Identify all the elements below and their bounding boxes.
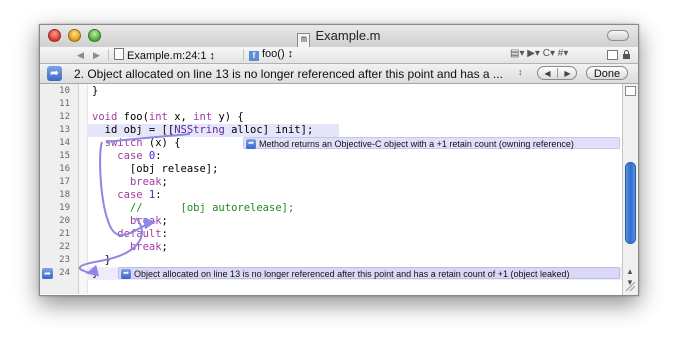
method-return-text: Method returns an Objective-C object wit… xyxy=(259,139,574,149)
line-number: 19 xyxy=(59,203,70,213)
leak-text: Object allocated on line 13 is no longer… xyxy=(134,269,570,279)
nav-popup-menus[interactable]: ▤▾ ▶▾ C▾ #▾ xyxy=(510,48,568,59)
window-title: Example.m xyxy=(315,28,381,43)
file-crumb-label: Example.m:24:1 ↕ xyxy=(127,50,216,62)
line-number: 20 xyxy=(59,216,70,226)
line-number: 23 xyxy=(59,255,70,265)
back-arrow-icon[interactable]: ◀ xyxy=(74,48,87,61)
next-step-button[interactable]: ▶ xyxy=(558,67,577,79)
line-number: 10 xyxy=(59,86,70,96)
line-number: 18 xyxy=(59,190,70,200)
file-m-icon: m xyxy=(297,33,311,48)
scrollbar-thumb[interactable] xyxy=(625,162,636,244)
code-line: } xyxy=(92,254,111,266)
forward-arrow-icon[interactable]: ▶ xyxy=(90,48,103,61)
code-line: } xyxy=(92,267,99,279)
analyzer-icon: ➦ xyxy=(47,66,62,81)
split-editor-icon[interactable] xyxy=(607,50,618,60)
code-line: [obj release]; xyxy=(92,163,219,175)
lock-icon[interactable] xyxy=(623,50,630,59)
line-number: 14 xyxy=(59,138,70,148)
line-number-gutter: 10 11 12 13 14 15 16 17 18 19 20 21 22 2… xyxy=(40,84,79,294)
resize-grip-icon[interactable] xyxy=(624,280,636,292)
code-folding-ribbon[interactable] xyxy=(79,84,88,294)
bubble-arrow-icon: ➦ xyxy=(121,269,131,279)
code-line: case 1: xyxy=(117,189,162,201)
method-return-bubble: ➦ Method returns an Objective-C object w… xyxy=(243,137,620,149)
code-line: break; xyxy=(129,241,168,253)
document-icon xyxy=(114,48,124,60)
title-bar: m Example.m xyxy=(40,25,638,48)
scroll-up-arrow-icon[interactable]: ▲ xyxy=(626,267,634,276)
step-navigation: ◀ ▶ xyxy=(537,66,577,80)
line-number: 15 xyxy=(59,151,70,161)
code-line: // [obj autorelease]; xyxy=(92,202,295,214)
function-icon: f xyxy=(249,51,259,61)
line-number: 13 xyxy=(59,125,70,135)
code-line: break; xyxy=(129,176,168,188)
analyzer-step-marker-icon[interactable]: ➦ xyxy=(42,268,53,279)
split-view-icon[interactable] xyxy=(625,86,636,96)
editor-window: m Example.m ◀ ▶ Example.m:24:1 ↕ f foo() ↕… xyxy=(39,24,639,296)
code-line: switch (x) { xyxy=(104,137,181,149)
toolbar-toggle-button[interactable] xyxy=(607,30,629,41)
line-number: 12 xyxy=(59,112,70,122)
window-title-group: m Example.m xyxy=(40,28,638,48)
bubble-arrow-icon: ➦ xyxy=(246,139,256,149)
analyzer-message-bar: ➦ 2. Object allocated on line 13 is no l… xyxy=(40,64,638,84)
nav-separator xyxy=(108,49,109,61)
done-button[interactable]: Done xyxy=(586,66,628,80)
code-line: break; xyxy=(129,215,168,227)
line-number: 17 xyxy=(59,177,70,187)
analyzer-message: 2. Object allocated on line 13 is no lon… xyxy=(74,67,503,81)
function-crumb-label: foo() ↕ xyxy=(262,48,294,60)
line-number: 21 xyxy=(59,229,70,239)
code-editor[interactable]: 10 11 12 13 14 15 16 17 18 19 20 21 22 2… xyxy=(40,84,622,294)
vertical-scrollbar[interactable]: ▲ ▼ xyxy=(622,84,638,295)
code-line: } xyxy=(92,85,99,97)
code-line: case 0: xyxy=(117,150,162,162)
code-line: void foo(int x, int y) { xyxy=(92,111,244,123)
file-crumb[interactable]: Example.m:24:1 ↕ xyxy=(114,48,215,62)
navigation-bar: ◀ ▶ Example.m:24:1 ↕ f foo() ↕ ▤▾ ▶▾ C▾ #… xyxy=(40,47,638,64)
line-number: 11 xyxy=(59,99,70,109)
line-number: 22 xyxy=(59,242,70,252)
line-number: 16 xyxy=(59,164,70,174)
message-stepper[interactable]: ↕ xyxy=(518,67,523,77)
nav-separator xyxy=(243,49,244,61)
code-line: default: xyxy=(117,228,168,240)
code-line: id obj = [[NSString alloc] init]; xyxy=(92,124,314,136)
leak-bubble: ➦ Object allocated on line 13 is no long… xyxy=(118,267,620,279)
function-crumb[interactable]: f foo() ↕ xyxy=(249,48,293,61)
previous-step-button[interactable]: ◀ xyxy=(538,67,557,79)
